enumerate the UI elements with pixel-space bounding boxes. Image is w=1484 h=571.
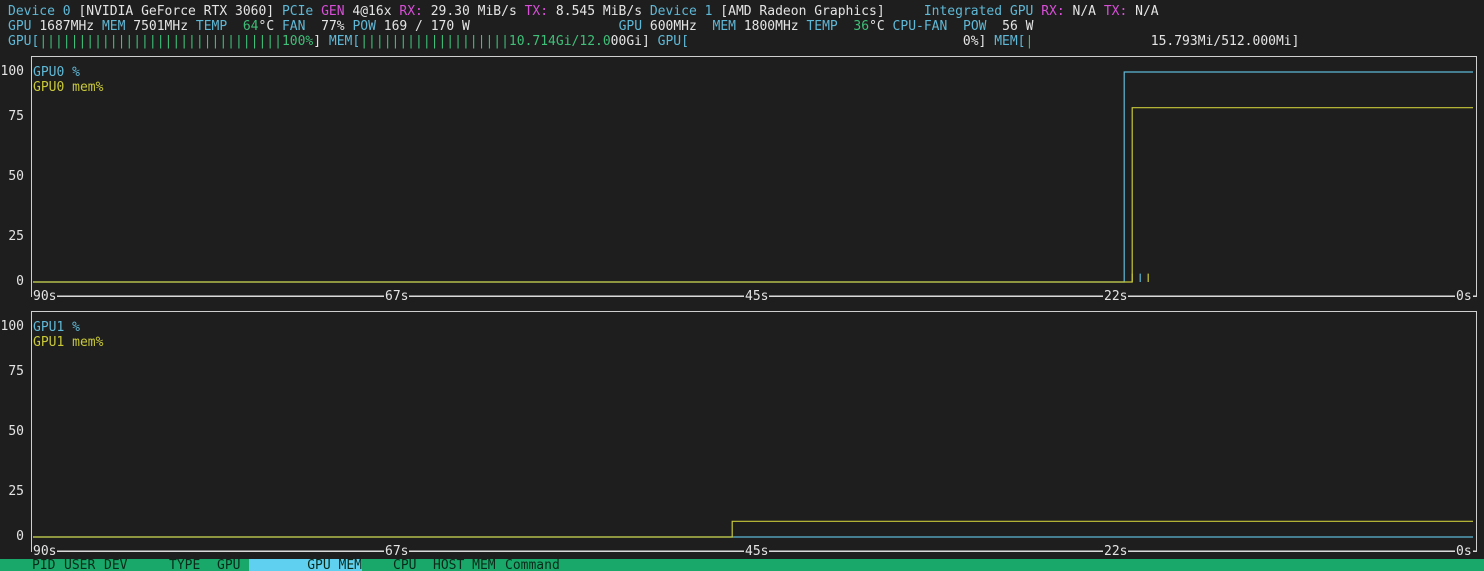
col-gpu-mem[interactable]: GPU MEM [249,559,362,571]
panel1-xtick-67s: 67s [384,544,410,559]
panel1-xtick-0s: 0s [1455,544,1473,559]
series-line-gpu1-mem- [33,520,1473,538]
col-gpu[interactable]: GPU [217,559,240,571]
col-type[interactable]: TYPE [169,559,200,571]
col-host-mem[interactable]: HOST MEM [433,559,496,571]
panel1-xtick-22s: 22s [1103,544,1129,559]
gpu1-mem-legend: GPU1 mem% [33,335,104,350]
gpu1-legend: GPU1 % GPU1 mem% [33,320,103,350]
col-user[interactable]: USER [64,559,95,571]
process-table-header: PID USER DEV TYPE GPU GPU MEM CPU HOST M… [0,559,1484,571]
col-command[interactable]: Command [505,559,560,571]
panel1-xtick-90s: 90s [32,544,58,559]
col-dev[interactable]: DEV [104,559,127,571]
col-pid[interactable]: PID [32,559,55,571]
panel1-xtick-45s: 45s [744,544,770,559]
col-cpu[interactable]: CPU [393,559,416,571]
gpu1-util-legend: GPU1 % [33,320,80,335]
gpu1-chart-svg [33,520,1476,552]
